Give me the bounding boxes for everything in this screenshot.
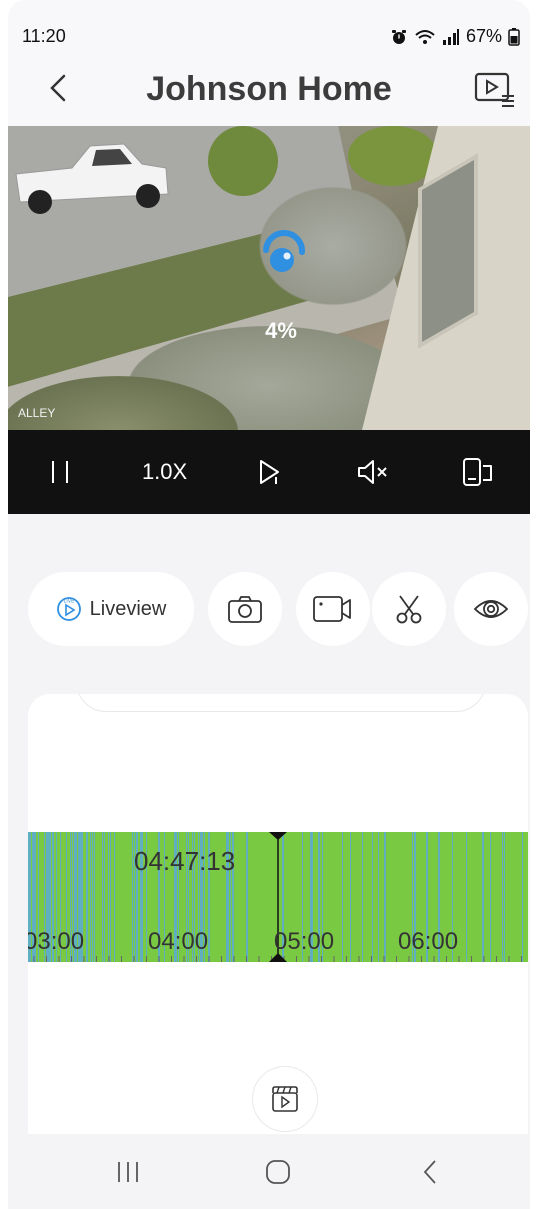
video-scene-tree: [208, 126, 278, 196]
pause-icon: [52, 461, 69, 483]
timeline-current-time: 04:47:13: [134, 846, 236, 876]
rotate-screen-button[interactable]: [450, 444, 506, 500]
app-screen: 11:20 67% Johnson Home ALLEY 4% 1.0X LIV…: [8, 0, 530, 1209]
play-step-icon: [259, 460, 279, 484]
mute-button[interactable]: [345, 444, 401, 500]
playback-list-button[interactable]: [472, 70, 516, 110]
page-title: Johnson Home: [146, 70, 392, 108]
liveview-icon: LIVE: [56, 597, 81, 621]
timeline-tick-label: 06:00: [398, 928, 459, 955]
record-button[interactable]: [296, 572, 370, 646]
loading-spinner-icon: [263, 230, 306, 272]
home-icon: [266, 1160, 290, 1184]
wifi-icon: [415, 29, 435, 44]
timeline-event-stripe: [90, 832, 91, 962]
clip-cut-button[interactable]: [372, 572, 446, 646]
clapperboard-icon: [272, 1086, 298, 1112]
timeline-tick-label: 04:00: [148, 928, 209, 955]
loading-percent: 4%: [265, 318, 297, 343]
chevron-left-icon: [423, 1160, 436, 1184]
clips-button[interactable]: [252, 1066, 318, 1132]
timeline-tick-label: 05:00: [274, 928, 335, 955]
home-button[interactable]: [248, 1152, 308, 1192]
camera-video-feed[interactable]: ALLEY 4%: [8, 126, 530, 430]
liveview-label: Liveview: [89, 597, 167, 620]
timeline-event-stripe: [114, 832, 115, 962]
svg-text:LIVE: LIVE: [63, 599, 75, 605]
recent-apps-icon: [118, 1162, 138, 1182]
timeline-event-stripe: [490, 832, 491, 962]
playback-speed-button[interactable]: 1.0X: [137, 444, 193, 500]
action-row: LIVE Liveview: [28, 572, 528, 646]
video-record-icon: [313, 596, 351, 622]
timeline-event-stripe: [246, 832, 248, 962]
recording-timeline[interactable]: 04:47:13 03:00 04:00 05:00 06:00: [28, 832, 528, 962]
timeline-event-stripe: [350, 832, 351, 962]
liveview-button[interactable]: LIVE Liveview: [28, 572, 194, 646]
timeline-event-stripe: [502, 832, 503, 962]
app-header: Johnson Home: [8, 50, 530, 126]
status-bar: 11:20 67%: [8, 0, 530, 50]
timeline-card: 04:47:13 03:00 04:00 05:00 06:00: [28, 694, 528, 1134]
timeline-event-stripe: [86, 832, 88, 962]
card-handle: [76, 694, 486, 712]
timeline-event-stripe: [522, 832, 523, 962]
timeline-event-stripe: [482, 832, 484, 962]
timeline-event-stripe: [378, 832, 379, 962]
pause-button[interactable]: [32, 444, 88, 500]
rotate-screen-icon: [462, 458, 492, 486]
timeline-event-stripe: [466, 832, 467, 962]
battery-icon: [508, 27, 520, 46]
step-play-button[interactable]: [241, 444, 297, 500]
status-icons: 67%: [390, 26, 520, 47]
timeline-event-stripe: [110, 832, 111, 962]
status-time: 11:20: [22, 26, 66, 46]
privacy-view-button[interactable]: [454, 572, 528, 646]
camera-name-label: ALLEY: [18, 406, 56, 420]
timeline-event-stripe: [362, 832, 363, 962]
timeline-event-stripe: [94, 832, 95, 962]
system-navigation-bar: [8, 1134, 530, 1209]
signal-icon: [442, 28, 459, 45]
playlist-icon: [474, 72, 514, 107]
timeline-event-stripe: [102, 832, 103, 962]
alarm-icon: [391, 29, 406, 44]
timeline-event-stripe: [504, 832, 505, 962]
video-scene-truck: [15, 143, 169, 214]
timeline-event-stripe: [132, 832, 133, 962]
system-back-button[interactable]: [400, 1152, 460, 1192]
snapshot-button[interactable]: [208, 572, 282, 646]
video-scene-tree: [348, 126, 438, 186]
timeline-event-stripe: [104, 832, 105, 962]
timeline-event-stripe: [108, 832, 109, 962]
timeline-event-stripe: [342, 832, 343, 962]
timeline-event-stripe: [384, 832, 386, 962]
eye-icon: [473, 600, 509, 618]
speaker-muted-icon: [358, 460, 388, 484]
camera-icon: [228, 596, 262, 623]
timeline-event-stripe: [372, 832, 373, 962]
recent-apps-button[interactable]: [98, 1152, 158, 1192]
scissors-icon: [396, 595, 422, 624]
timeline-event-stripe: [92, 832, 93, 962]
video-control-bar: 1.0X: [8, 430, 530, 514]
battery-percent: 67%: [465, 26, 502, 46]
timeline-tick-label: 03:00: [28, 928, 85, 955]
